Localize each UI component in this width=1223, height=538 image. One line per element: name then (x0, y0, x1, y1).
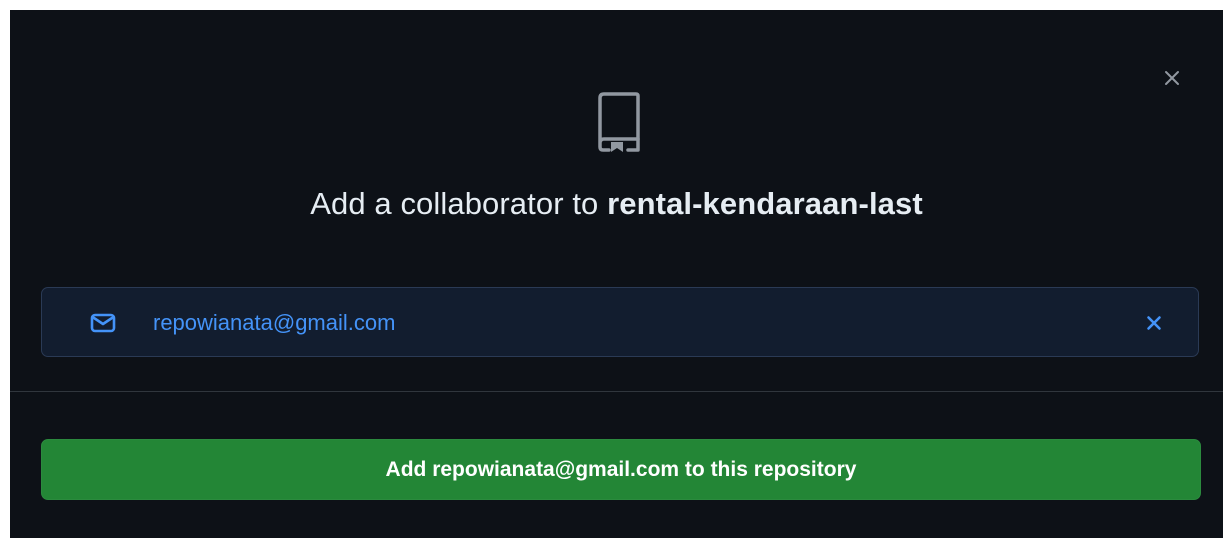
collaborator-email: repowianata@gmail.com (153, 310, 396, 335)
dialog-title: Add a collaborator to rental-kendaraan-l… (10, 184, 1223, 224)
close-button[interactable] (1160, 66, 1184, 90)
mail-icon (90, 313, 116, 333)
add-collaborator-button[interactable]: Add repowianata@gmail.com to this reposi… (41, 439, 1201, 500)
close-icon (1165, 71, 1179, 85)
x-icon (1147, 316, 1161, 330)
divider (10, 391, 1223, 392)
selected-collaborator-chip: repowianata@gmail.com (41, 287, 1199, 357)
dialog-title-prefix: Add a collaborator to (310, 186, 599, 221)
repo-icon (598, 92, 640, 152)
repository-name: rental-kendaraan-last (607, 186, 923, 221)
remove-collaborator-button[interactable] (1142, 311, 1166, 335)
add-collaborator-dialog: Add a collaborator to rental-kendaraan-l… (10, 10, 1223, 538)
